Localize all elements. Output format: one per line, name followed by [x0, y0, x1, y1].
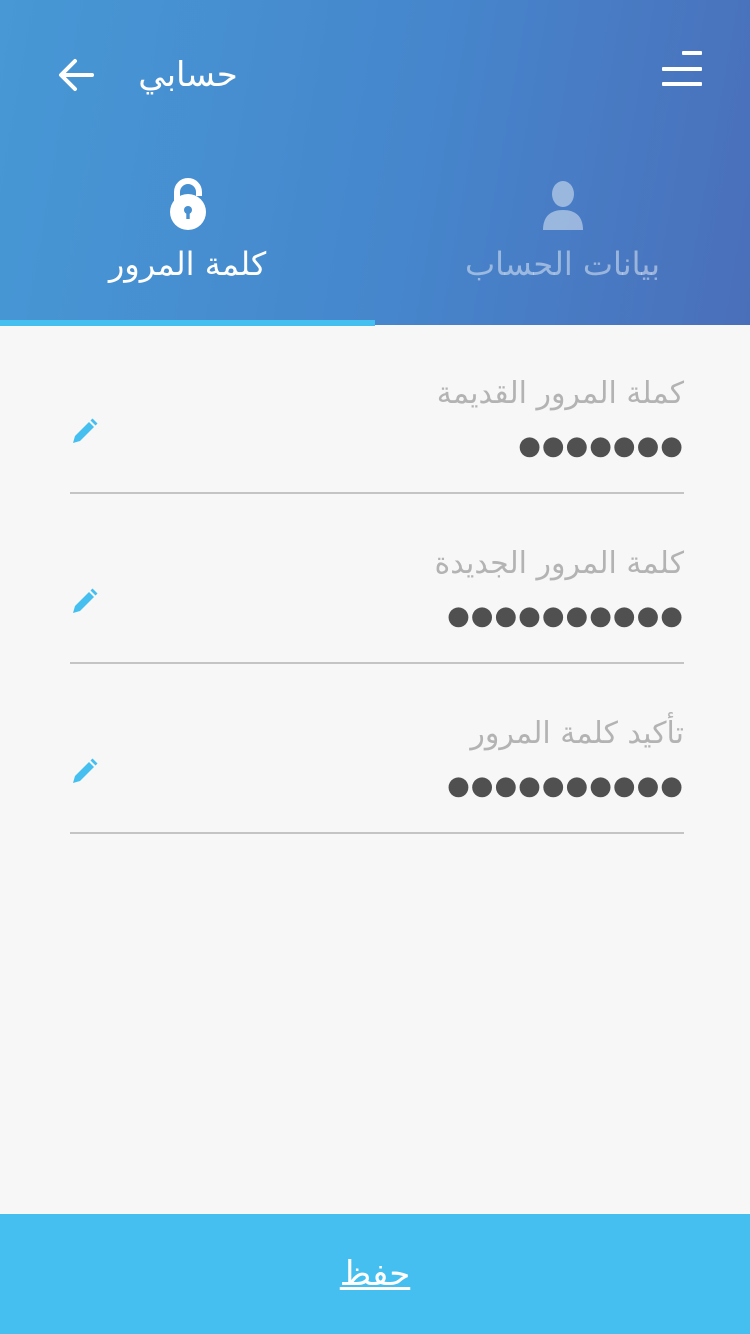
- app-header: حسابي كلمة المرور بيانات الحساب: [0, 0, 750, 326]
- confirm-password-value[interactable]: ●●●●●●●●●●: [447, 766, 684, 806]
- pencil-icon: [73, 758, 98, 783]
- menu-icon: [682, 51, 702, 55]
- old-password-field[interactable]: كملة المرور القديمة ●●●●●●●: [70, 374, 684, 494]
- arrow-left-icon: [59, 59, 94, 91]
- menu-button[interactable]: [652, 44, 712, 96]
- menu-icon-line: [662, 82, 702, 86]
- menu-icon-line: [662, 67, 702, 71]
- new-password-value[interactable]: ●●●●●●●●●●: [447, 596, 684, 636]
- user-icon: [541, 160, 585, 232]
- tab-account-label: بيانات الحساب: [465, 245, 660, 283]
- tab-password[interactable]: كلمة المرور: [0, 160, 375, 320]
- new-password-field[interactable]: كلمة المرور الجديدة ●●●●●●●●●●: [70, 544, 684, 664]
- save-button-label: حفظ: [339, 1254, 411, 1294]
- confirm-password-field[interactable]: تأكيد كلمة المرور ●●●●●●●●●●: [70, 714, 684, 834]
- tab-account[interactable]: بيانات الحساب: [375, 160, 750, 320]
- page-title: حسابي: [138, 55, 238, 95]
- old-password-value[interactable]: ●●●●●●●: [518, 426, 684, 466]
- active-tab-indicator: [0, 320, 375, 326]
- confirm-password-label: تأكيد كلمة المرور: [470, 716, 684, 751]
- back-button[interactable]: [46, 48, 106, 102]
- pencil-icon: [73, 588, 98, 613]
- edit-new-password-button[interactable]: [66, 584, 102, 620]
- edit-confirm-password-button[interactable]: [66, 754, 102, 790]
- save-button[interactable]: حفظ: [0, 1214, 750, 1334]
- edit-old-password-button[interactable]: [66, 414, 102, 450]
- tab-password-label: كلمة المرور: [108, 245, 267, 283]
- old-password-label: كملة المرور القديمة: [436, 376, 684, 411]
- pencil-icon: [73, 418, 98, 443]
- new-password-label: كلمة المرور الجديدة: [434, 546, 684, 581]
- lock-icon: [168, 160, 208, 232]
